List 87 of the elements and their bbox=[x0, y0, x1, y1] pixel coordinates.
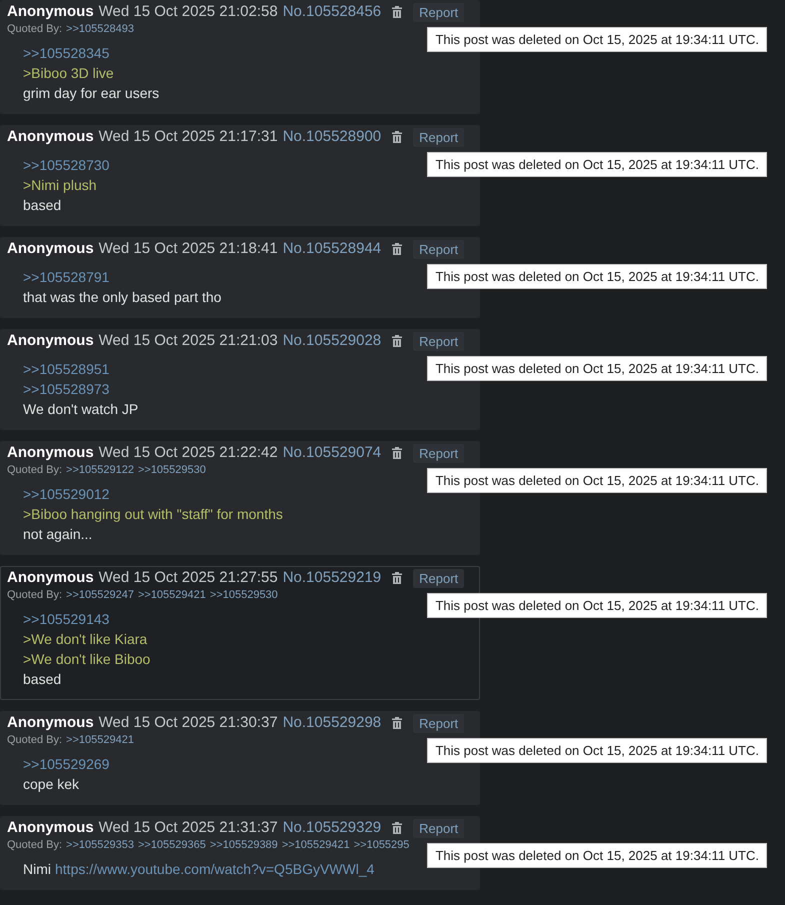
quote-link[interactable]: >>105528730 bbox=[23, 155, 110, 175]
deleted-notice: This post was deleted on Oct 15, 2025 at 19:34:11 UTC. bbox=[427, 593, 767, 618]
post-text: We don't watch JP bbox=[23, 400, 138, 419]
post-number[interactable]: No.105528456 bbox=[282, 2, 382, 22]
deleted-notice: This post was deleted on Oct 15, 2025 at 19:34:11 UTC. bbox=[427, 843, 767, 868]
deleted-notice: This post was deleted on Oct 15, 2025 at 19:34:11 UTC. bbox=[427, 264, 767, 289]
report-button[interactable]: Report bbox=[413, 444, 464, 462]
post-number[interactable]: No.105529329 bbox=[282, 818, 382, 838]
poster-name: Anonymous bbox=[7, 239, 94, 259]
poster-name: Anonymous bbox=[7, 568, 94, 588]
quote-link[interactable]: >>105529143 bbox=[23, 609, 110, 629]
post-text: grim day for ear users bbox=[23, 84, 160, 103]
greentext-line: >Biboo 3D live bbox=[23, 64, 114, 83]
deleted-notice: This post was deleted on Oct 15, 2025 at 19:34:11 UTC. bbox=[427, 152, 767, 177]
post-date: Wed 15 Oct 2025 21:18:41 bbox=[98, 239, 278, 259]
trash-icon[interactable] bbox=[392, 131, 402, 143]
quoted-by-label: Quoted By: bbox=[7, 23, 62, 35]
poster-name: Anonymous bbox=[7, 2, 94, 22]
greentext-line: >Biboo hanging out with "staff" for months bbox=[23, 505, 283, 524]
quoted-by-label: Quoted By: bbox=[7, 839, 62, 851]
backlink[interactable]: >>105529421 bbox=[282, 839, 350, 851]
post-date: Wed 15 Oct 2025 21:30:37 bbox=[98, 713, 278, 733]
trash-icon[interactable] bbox=[392, 6, 402, 18]
deleted-notice: This post was deleted on Oct 15, 2025 at 19:34:11 UTC. bbox=[427, 356, 767, 381]
post-date: Wed 15 Oct 2025 21:02:58 bbox=[98, 2, 278, 22]
post-number[interactable]: No.105528944 bbox=[282, 239, 382, 259]
post-text: that was the only based part tho bbox=[23, 288, 222, 307]
backlink[interactable]: >>105529365 bbox=[138, 839, 206, 851]
poster-name: Anonymous bbox=[7, 331, 94, 351]
report-button[interactable]: Report bbox=[413, 332, 464, 350]
report-button[interactable]: Report bbox=[413, 240, 464, 258]
post-date: Wed 15 Oct 2025 21:22:42 bbox=[98, 443, 278, 463]
backlink[interactable]: >>105529247 bbox=[66, 589, 134, 601]
deleted-notice: This post was deleted on Oct 15, 2025 at 19:34:11 UTC. bbox=[427, 468, 767, 493]
post-text: based bbox=[23, 196, 62, 215]
greentext-line: >Nimi plush bbox=[23, 176, 97, 195]
deleted-notice: This post was deleted on Oct 15, 2025 at 19:34:11 UTC. bbox=[427, 27, 767, 52]
backlink[interactable]: >>105528493 bbox=[66, 23, 134, 35]
post-text: based bbox=[23, 670, 62, 689]
post-text: Nimi bbox=[23, 860, 51, 879]
poster-name: Anonymous bbox=[7, 818, 94, 838]
post-text: not again... bbox=[23, 525, 92, 544]
report-button[interactable]: Report bbox=[413, 2, 464, 22]
backlink[interactable]: >>105529530 bbox=[210, 589, 278, 601]
report-button[interactable]: Report bbox=[413, 568, 464, 588]
trash-icon[interactable] bbox=[392, 822, 402, 834]
quote-link[interactable]: >>105529012 bbox=[23, 484, 110, 504]
backlink[interactable]: >>105529389 bbox=[210, 839, 278, 851]
quote-link[interactable]: >>105529269 bbox=[23, 754, 110, 774]
post-number[interactable]: No.105529219 bbox=[282, 568, 382, 588]
post-number[interactable]: No.105529028 bbox=[282, 331, 382, 351]
report-button[interactable]: Report bbox=[413, 714, 464, 732]
greentext-line: >We don't like Kiara bbox=[23, 630, 148, 649]
post-number[interactable]: No.105528900 bbox=[282, 127, 382, 147]
quote-link[interactable]: >>105528345 bbox=[23, 43, 110, 63]
poster-name: Anonymous bbox=[7, 443, 94, 463]
quote-link[interactable]: >>105528791 bbox=[23, 267, 110, 287]
post-number[interactable]: No.105529298 bbox=[282, 713, 382, 733]
trash-icon[interactable] bbox=[392, 717, 402, 729]
post-date: Wed 15 Oct 2025 21:27:55 bbox=[98, 568, 278, 588]
poster-name: Anonymous bbox=[7, 713, 94, 733]
post-date: Wed 15 Oct 2025 21:21:03 bbox=[98, 331, 278, 351]
backlink[interactable]: >>105529530 bbox=[138, 464, 206, 476]
report-button[interactable]: Report bbox=[413, 128, 464, 146]
greentext-line: >We don't like Biboo bbox=[23, 650, 150, 669]
trash-icon[interactable] bbox=[392, 572, 402, 584]
backlink[interactable]: >>105529353 bbox=[66, 839, 134, 851]
post-number[interactable]: No.105529074 bbox=[282, 443, 382, 463]
post-date: Wed 15 Oct 2025 21:31:37 bbox=[98, 818, 278, 838]
quoted-by-label: Quoted By: bbox=[7, 734, 62, 746]
quote-link[interactable]: >>105528973 bbox=[23, 379, 110, 399]
poster-name: Anonymous bbox=[7, 127, 94, 147]
url-link[interactable]: https://www.youtube.com/watch?v=Q5BGyVWWl_4 bbox=[55, 859, 374, 879]
post-text: cope kek bbox=[23, 775, 80, 794]
trash-icon[interactable] bbox=[392, 335, 402, 347]
backlink[interactable]: >>1055295 bbox=[354, 839, 410, 851]
quote-link[interactable]: >>105528951 bbox=[23, 359, 110, 379]
trash-icon[interactable] bbox=[392, 447, 402, 459]
backlink[interactable]: >>105529122 bbox=[66, 464, 134, 476]
report-button[interactable]: Report bbox=[413, 818, 464, 838]
deleted-notice: This post was deleted on Oct 15, 2025 at 19:34:11 UTC. bbox=[427, 738, 767, 763]
trash-icon[interactable] bbox=[392, 243, 402, 255]
backlink[interactable]: >>105529421 bbox=[66, 734, 134, 746]
quoted-by-label: Quoted By: bbox=[7, 464, 62, 476]
quoted-by-label: Quoted By: bbox=[7, 589, 62, 601]
backlink[interactable]: >>105529421 bbox=[138, 589, 206, 601]
post-date: Wed 15 Oct 2025 21:17:31 bbox=[98, 127, 278, 147]
